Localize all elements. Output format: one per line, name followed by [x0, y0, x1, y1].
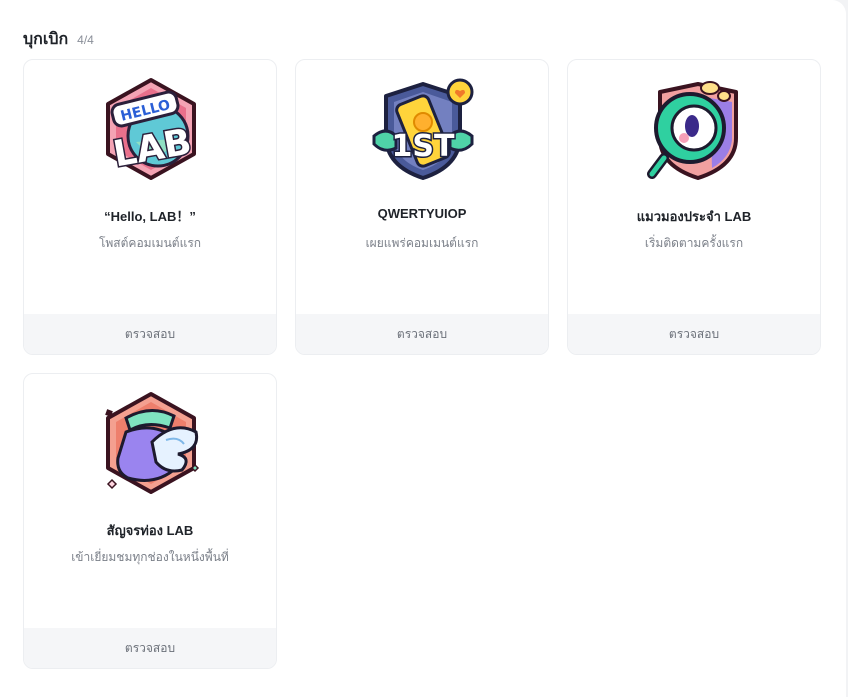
check-button[interactable]: ตรวจสอบ	[24, 628, 276, 668]
magnifier-eye-badge-icon	[640, 74, 750, 184]
badge-title: QWERTYUIOP	[377, 206, 467, 221]
badge-title: “Hello, LAB！”	[104, 209, 196, 224]
svg-text:1ST: 1ST	[392, 129, 455, 164]
winged-shoe-badge-icon	[96, 388, 206, 498]
badge-card-explorer[interactable]: สัญจรท่อง LAB เข้าเยี่ยมชมทุกช่องในหนึ่ง…	[23, 373, 277, 669]
badge-title: สัญจรท่อง LAB	[106, 523, 194, 538]
hello-lab-badge-icon: HELLO LAB	[96, 74, 206, 184]
badge-description: เข้าเยี่ยมชมทุกช่องในหนึ่งพื้นที่	[71, 550, 229, 564]
badges-panel: บุกเบิก 4/4 HELLO LAB “Hello, LAB！” โพสต…	[0, 0, 846, 697]
check-button[interactable]: ตรวจสอบ	[24, 314, 276, 354]
badge-card-hello-lab[interactable]: HELLO LAB “Hello, LAB！” โพสต์คอมเมนต์แรก…	[23, 59, 277, 355]
first-badge-icon: 1ST	[368, 74, 478, 184]
badge-card-scout[interactable]: แมวมองประจำ LAB เริ่มติดตามครั้งแรก ตรวจ…	[567, 59, 821, 355]
check-button[interactable]: ตรวจสอบ	[296, 314, 548, 354]
badge-description: โพสต์คอมเมนต์แรก	[98, 236, 202, 250]
badge-card-qwertyuiop[interactable]: 1ST QWERTYUIOP เผยแพร่คอมเมนต์แรก ตรวจสอ…	[295, 59, 549, 355]
check-button[interactable]: ตรวจสอบ	[568, 314, 820, 354]
badge-description: เริ่มติดตามครั้งแรก	[644, 236, 744, 250]
section-count: 4/4	[77, 33, 94, 47]
section-header: บุกเบิก 4/4	[23, 27, 94, 52]
badge-description: เผยแพร่คอมเมนต์แรก	[365, 236, 479, 250]
badge-title: แมวมองประจำ LAB	[636, 209, 752, 224]
section-title: บุกเบิก	[23, 31, 69, 48]
